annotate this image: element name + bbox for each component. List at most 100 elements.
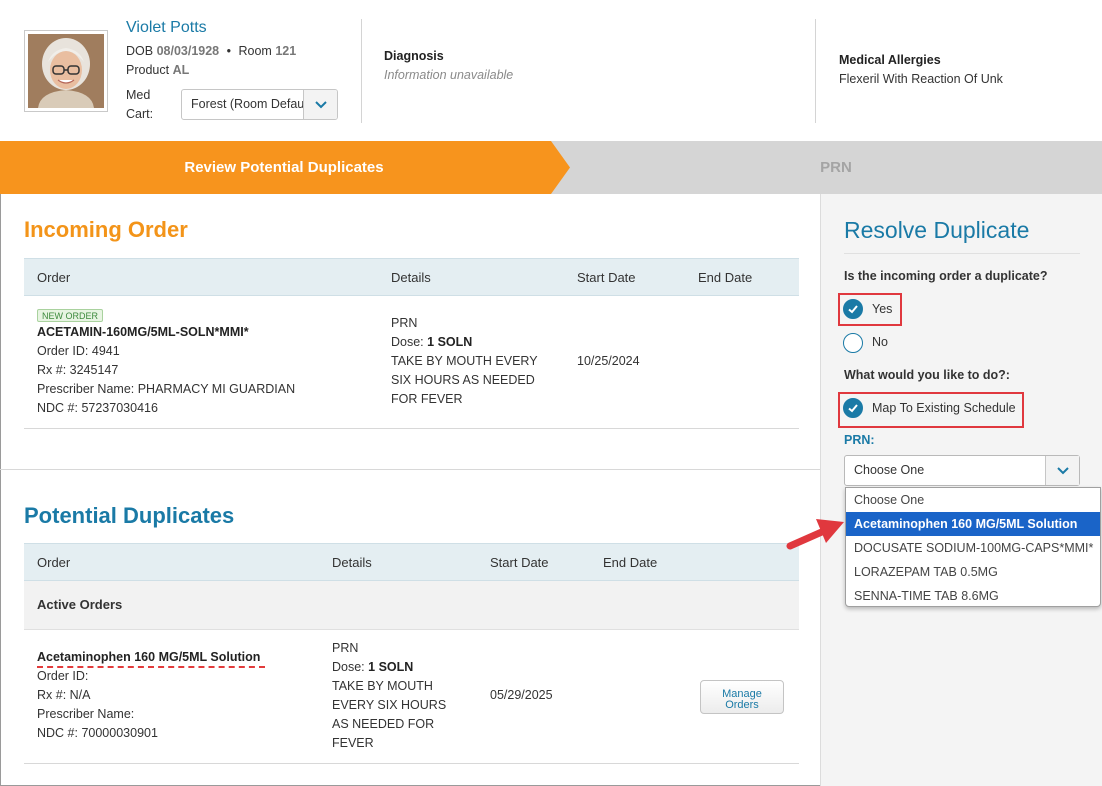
product-label: Product <box>126 63 170 77</box>
patient-dob-room: DOB 08/03/1928 • Room 121 <box>126 44 296 58</box>
col-end-date: End Date <box>603 555 658 570</box>
map-to-existing-label[interactable]: Map To Existing Schedule <box>872 401 1016 415</box>
med-cart-label-line1: Med <box>126 88 151 102</box>
patient-header: Violet Potts DOB 08/03/1928 • Room 121 P… <box>0 0 1102 141</box>
col-order: Order <box>37 555 71 570</box>
incoming-rx: Rx #: 3245147 <box>37 363 119 377</box>
prn-select[interactable]: Choose One <box>844 455 1080 486</box>
red-arrow-icon <box>786 515 850 558</box>
prn-option[interactable]: Choose One <box>846 488 1100 512</box>
duplicate-drug-name: Acetaminophen 160 MG/5ML Solution <box>37 650 261 664</box>
header-divider <box>361 19 362 123</box>
yes-radio[interactable] <box>843 299 863 319</box>
incoming-instructions-line: FOR FEVER <box>391 392 463 406</box>
med-cart-select[interactable]: Forest (Room Default) <box>181 89 338 120</box>
duplicate-question: Is the incoming order a duplicate? <box>844 269 1048 283</box>
dose-label: Dose: <box>391 335 428 349</box>
manage-orders-button[interactable]: Manage Orders <box>700 680 784 714</box>
no-radio[interactable] <box>843 333 863 353</box>
diagnosis-label: Diagnosis <box>384 49 444 63</box>
prn-select-value: Choose One <box>854 463 925 477</box>
med-cart-value: Forest (Room Default) <box>191 97 304 111</box>
dob-label: DOB <box>126 44 154 58</box>
incoming-instructions-line: TAKE BY MOUTH EVERY <box>391 354 538 368</box>
allergies-value: Flexeril With Reaction Of Unk <box>839 72 1003 86</box>
duplicate-details: PRN Dose: 1 SOLN TAKE BY MOUTH EVERY SIX… <box>332 639 446 753</box>
row-divider <box>24 428 799 429</box>
duplicate-rx: Rx #: N/A <box>37 688 91 702</box>
duplicate-ndc: NDC #: 70000030901 <box>37 726 158 740</box>
incoming-order-id: Order ID: 4941 <box>37 344 120 358</box>
active-orders-group: Active Orders <box>24 581 799 630</box>
duplicate-instructions-line: TAKE BY MOUTH <box>332 679 433 693</box>
incoming-order-info: ACETAMIN-160MG/5ML-SOLN*MMI* Order ID: 4… <box>37 323 295 418</box>
chevron-down-icon[interactable] <box>303 90 337 119</box>
separator-dot: • <box>226 44 232 58</box>
patient-product: Product AL <box>126 63 189 77</box>
duplicates-table-header: Order Details Start Date End Date <box>24 543 799 581</box>
duplicate-instructions-line: FEVER <box>332 736 374 750</box>
allergies-label: Medical Allergies <box>839 53 941 67</box>
drug-name-red-underline <box>37 666 265 668</box>
yes-label[interactable]: Yes <box>872 302 892 316</box>
med-cart-label: Med Cart: <box>126 86 153 124</box>
incoming-dose: Dose: 1 SOLN <box>391 333 538 352</box>
incoming-ndc: NDC #: 57237030416 <box>37 401 158 415</box>
new-order-badge: NEW ORDER <box>37 309 103 322</box>
col-end-date: End Date <box>698 270 753 285</box>
room-value: 121 <box>275 44 297 58</box>
dose-value: 1 SOLN <box>427 335 473 349</box>
duplicate-dose: Dose: 1 SOLN <box>332 658 446 677</box>
dob-value: 08/03/1928 <box>156 44 220 58</box>
col-start-date: Start Date <box>577 270 636 285</box>
room-label: Room <box>238 44 272 58</box>
duplicate-order-id: Order ID: <box>37 669 89 683</box>
prn-option-selected[interactable]: Acetaminophen 160 MG/5ML Solution <box>846 512 1100 536</box>
check-icon <box>848 404 858 413</box>
patient-avatar <box>24 30 108 112</box>
col-start-date: Start Date <box>490 555 549 570</box>
diagnosis-value: Information unavailable <box>384 68 514 82</box>
col-order: Order <box>37 270 71 285</box>
title-divider <box>844 253 1080 254</box>
action-question: What would you like to do?: <box>844 368 1010 382</box>
prn-option[interactable]: LORAZEPAM TAB 0.5MG <box>846 560 1100 584</box>
prn-label: PRN: <box>844 433 875 447</box>
incoming-details: PRN Dose: 1 SOLN TAKE BY MOUTH EVERY SIX… <box>391 314 538 409</box>
duplicate-instructions-line: EVERY SIX HOURS <box>332 698 447 712</box>
incoming-prescriber: Prescriber Name: PHARMACY MI GUARDIAN <box>37 382 296 396</box>
incoming-start-date: 10/25/2024 <box>577 354 640 368</box>
duplicate-prescriber: Prescriber Name: <box>37 707 135 721</box>
prn-option[interactable]: SENNA-TIME TAB 8.6MG <box>846 584 1100 608</box>
resolve-duplicate-title: Resolve Duplicate <box>844 217 1030 243</box>
duplicate-order-info: Acetaminophen 160 MG/5ML Solution Order … <box>37 648 260 743</box>
header-divider <box>815 19 816 123</box>
patient-name[interactable]: Violet Potts <box>126 19 207 37</box>
dose-label: Dose: <box>332 660 369 674</box>
duplicate-instructions-line: AS NEEDED FOR <box>332 717 435 731</box>
check-icon <box>848 305 858 314</box>
step-review-duplicates[interactable]: Review Potential Duplicates <box>0 141 570 194</box>
incoming-prn: PRN <box>391 316 418 330</box>
dose-value: 1 SOLN <box>368 660 414 674</box>
prn-dropdown-list: Choose One Acetaminophen 160 MG/5ML Solu… <box>845 487 1101 607</box>
active-orders-label: Active Orders <box>37 597 123 612</box>
map-to-existing-radio[interactable] <box>843 398 863 418</box>
potential-duplicates-title: Potential Duplicates <box>24 503 235 528</box>
chevron-down-icon[interactable] <box>1045 456 1079 485</box>
incoming-instructions-line: SIX HOURS AS NEEDED <box>391 373 535 387</box>
section-divider <box>0 469 820 470</box>
manage-orders-label-line2: Orders <box>725 699 759 711</box>
incoming-table-header: Order Details Start Date End Date <box>24 258 799 296</box>
product-value: AL <box>172 63 190 77</box>
step-review-duplicates-label: Review Potential Duplicates <box>184 159 384 176</box>
col-details: Details <box>391 270 431 285</box>
step-prn[interactable]: PRN <box>570 159 1102 176</box>
row-divider <box>24 763 799 764</box>
wizard-steps: Review Potential Duplicates PRN <box>0 141 1102 194</box>
med-cart-label-line2: Cart: <box>126 107 154 121</box>
incoming-order-title: Incoming Order <box>24 217 188 242</box>
duplicate-start-date: 05/29/2025 <box>490 688 553 702</box>
no-label[interactable]: No <box>872 335 888 349</box>
prn-option[interactable]: DOCUSATE SODIUM-100MG-CAPS*MMI* <box>846 536 1100 560</box>
